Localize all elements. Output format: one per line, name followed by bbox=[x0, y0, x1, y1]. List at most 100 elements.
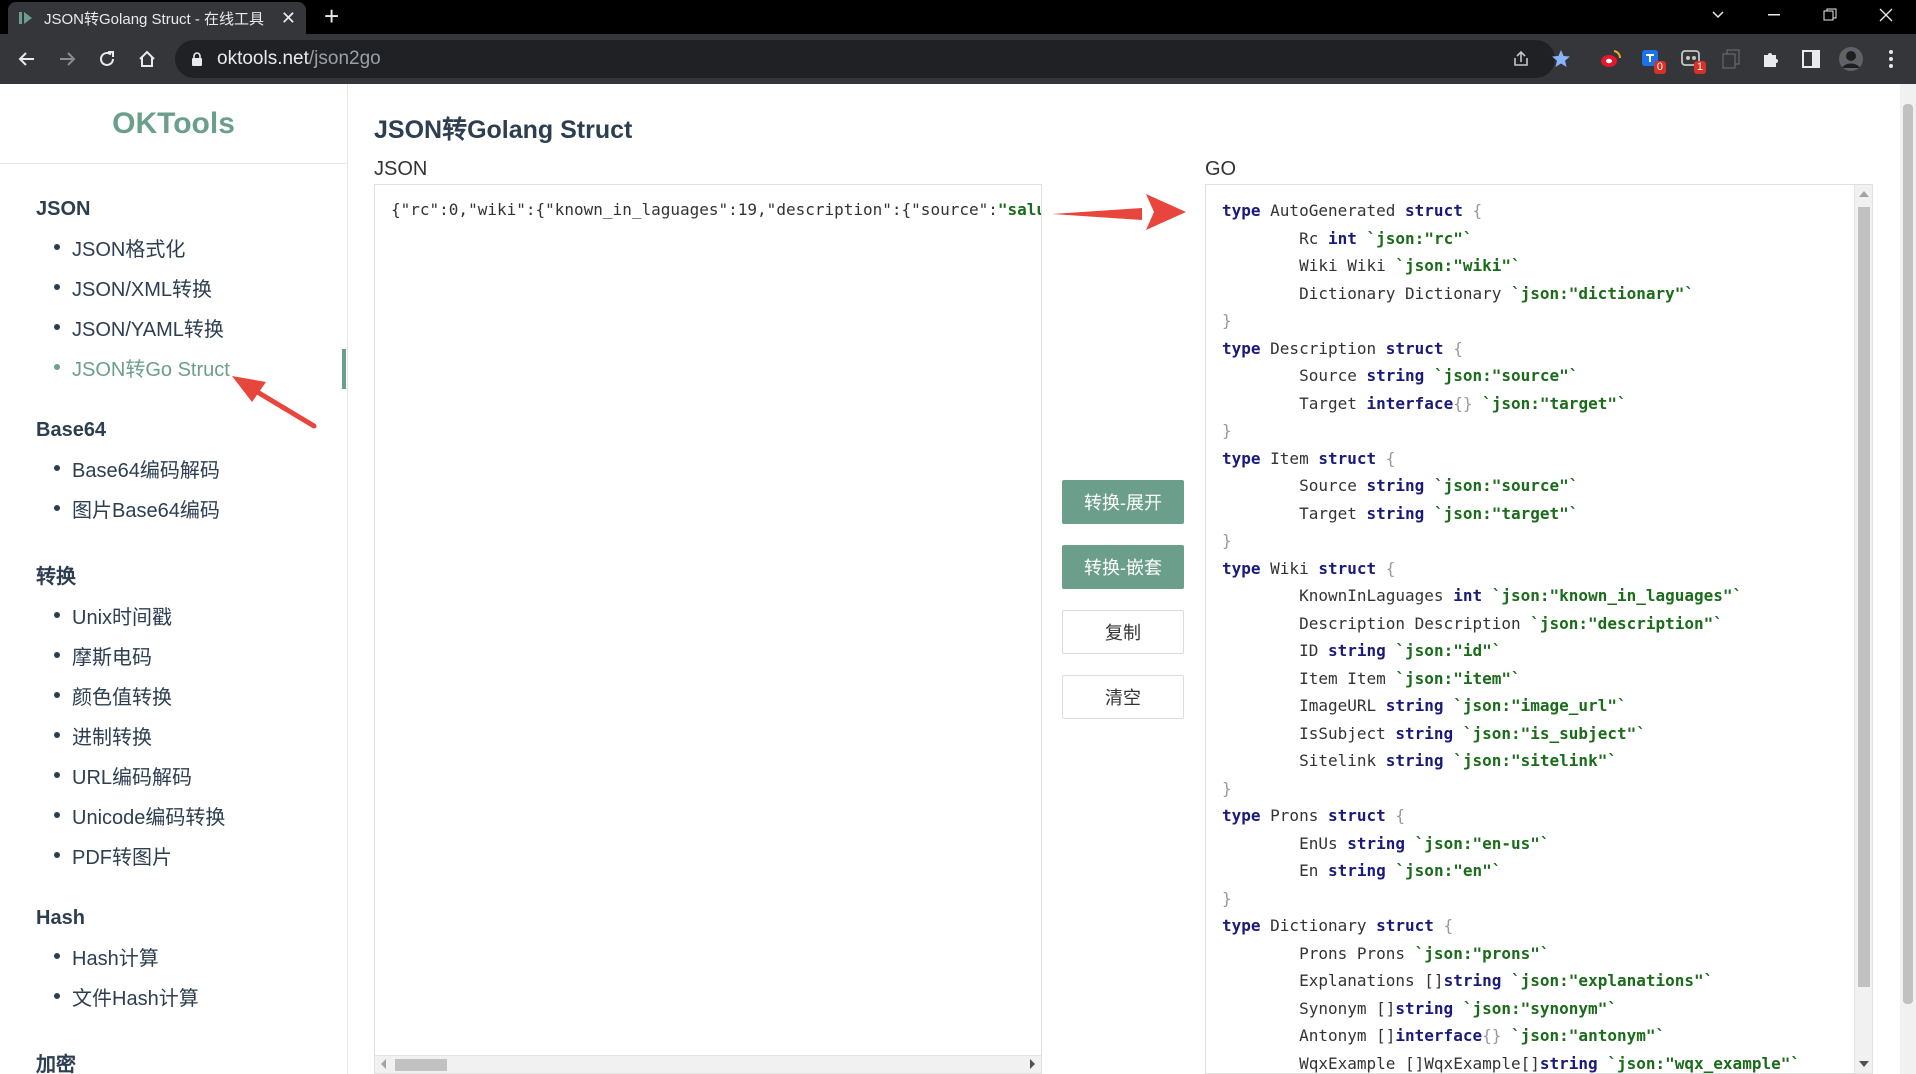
sidebar-nav-item[interactable]: Base64编码解码 bbox=[36, 448, 347, 488]
copy-extension-icon[interactable] bbox=[1716, 44, 1746, 74]
code-text: { bbox=[1433, 916, 1454, 935]
scroll-up-arrow-icon[interactable] bbox=[1859, 191, 1869, 197]
adblock-extension-icon[interactable]: 1 bbox=[1676, 44, 1706, 74]
nav-group-title: 转换 bbox=[36, 566, 76, 588]
sidebar-nav-item[interactable]: 进制转换 bbox=[36, 715, 347, 755]
tab-search-icon[interactable] bbox=[1690, 0, 1746, 30]
scrollbar-thumb[interactable] bbox=[1858, 207, 1870, 987]
scroll-left-arrow-icon[interactable] bbox=[381, 1059, 386, 1069]
sidebar-nav-item[interactable]: URL编码解码 bbox=[36, 755, 347, 795]
home-icon[interactable] bbox=[132, 44, 162, 74]
bullet-icon bbox=[54, 953, 60, 959]
code-struct-tag: `json:"rc"` bbox=[1366, 228, 1473, 248]
extensions-puzzle-icon[interactable] bbox=[1756, 44, 1786, 74]
new-tab-button[interactable]: + bbox=[324, 2, 339, 30]
code-struct-tag: `json:"description"` bbox=[1530, 613, 1723, 633]
scroll-down-arrow-icon[interactable] bbox=[1859, 1061, 1869, 1067]
bullet-icon bbox=[54, 993, 60, 999]
scroll-right-arrow-icon[interactable] bbox=[1030, 1059, 1035, 1069]
code-line: IsSubject string `json:"is_subject"` bbox=[1222, 720, 1800, 748]
code-line: type Prons struct { bbox=[1222, 802, 1800, 830]
go-vertical-scrollbar[interactable] bbox=[1854, 185, 1872, 1073]
sidebar-nav-item[interactable]: Unix时间戳 bbox=[36, 595, 347, 635]
json-horizontal-scrollbar[interactable] bbox=[375, 1055, 1041, 1073]
site-logo[interactable]: OKTools bbox=[0, 84, 347, 164]
side-panel-icon[interactable] bbox=[1796, 44, 1826, 74]
sidebar-nav-item[interactable]: JSON转Go Struct bbox=[36, 347, 347, 387]
go-output-code: type AutoGenerated struct { Rc int `json… bbox=[1222, 197, 1800, 1073]
copy-button[interactable]: 复制 bbox=[1062, 610, 1184, 654]
code-line: EnUs string `json:"en-us"` bbox=[1222, 830, 1800, 858]
code-struct-tag: `json:"en"` bbox=[1395, 861, 1502, 880]
profile-avatar-icon[interactable] bbox=[1836, 44, 1866, 74]
code-struct-tag: `json:"dictionary"` bbox=[1510, 283, 1695, 303]
weibo-extension-icon[interactable] bbox=[1596, 44, 1626, 74]
address-bar[interactable]: oktools.net /json2go bbox=[175, 40, 1555, 78]
scrollbar-thumb[interactable] bbox=[395, 1059, 447, 1071]
code-text: Synonym [] bbox=[1222, 998, 1396, 1018]
sidebar: OKTools JSON JSON格式化 JSON/XML转换 JSON/YAML转换… bbox=[0, 84, 348, 1074]
page-vertical-scrollbar[interactable] bbox=[1900, 84, 1916, 1074]
code-line: Target string `json:"target"` bbox=[1222, 500, 1800, 528]
sidebar-nav-item[interactable]: Hash计算 bbox=[36, 936, 347, 976]
code-line: Synonym []string `json:"synonym"` bbox=[1222, 995, 1800, 1023]
code-keyword: type bbox=[1222, 201, 1261, 220]
go-output-editor[interactable]: type AutoGenerated struct { Rc int `json… bbox=[1205, 184, 1873, 1074]
code-text: Wiki Wiki bbox=[1222, 256, 1396, 275]
sidebar-scrollbar[interactable] bbox=[342, 349, 346, 389]
code-text: { bbox=[1443, 338, 1463, 358]
reload-icon[interactable] bbox=[92, 44, 122, 74]
code-keyword: string bbox=[1395, 998, 1454, 1018]
browser-tab[interactable]: JSON转Golang Struct - 在线工具 ✕ bbox=[8, 2, 306, 34]
code-struct-tag: `json:"target"` bbox=[1433, 503, 1579, 523]
bookmark-star-icon[interactable] bbox=[1546, 44, 1576, 74]
minimize-icon[interactable] bbox=[1746, 0, 1802, 30]
browser-menu-icon[interactable] bbox=[1876, 44, 1906, 74]
back-icon[interactable] bbox=[12, 44, 42, 74]
translate-extension-icon[interactable]: 0 bbox=[1636, 44, 1666, 74]
code-text: WqxExample []WqxExample[] bbox=[1222, 1053, 1540, 1073]
code-line: Dictionary Dictionary `json:"dictionary"… bbox=[1222, 280, 1800, 308]
code-text: {} bbox=[1453, 393, 1473, 413]
code-keyword: struct bbox=[1385, 338, 1444, 358]
code-line: } bbox=[1222, 885, 1800, 913]
sidebar-nav-item[interactable]: 颜色值转换 bbox=[36, 675, 347, 715]
code-line: Source string `json:"source"` bbox=[1222, 362, 1800, 390]
code-keyword: interface bbox=[1395, 1026, 1483, 1045]
code-text: Antonym [] bbox=[1222, 1026, 1396, 1045]
tab-close-icon[interactable]: ✕ bbox=[281, 8, 296, 29]
sidebar-nav-item[interactable]: JSON/YAML转换 bbox=[36, 307, 347, 347]
sidebar-nav-item[interactable]: 摩斯电码 bbox=[36, 635, 347, 675]
code-text: Target bbox=[1222, 503, 1367, 523]
convert-expand-button[interactable]: 转换-展开 bbox=[1062, 480, 1184, 524]
code-text: } bbox=[1222, 311, 1232, 330]
sidebar-nav-item[interactable]: JSON/XML转换 bbox=[36, 267, 347, 307]
code-line: Source string `json:"source"` bbox=[1222, 472, 1800, 500]
scrollbar-thumb[interactable] bbox=[1903, 104, 1913, 1004]
convert-nested-button[interactable]: 转换-嵌套 bbox=[1062, 545, 1184, 589]
go-panel-label: GO bbox=[1205, 158, 1237, 180]
restore-icon[interactable] bbox=[1802, 0, 1858, 30]
sidebar-nav-label: JSON转Go Struct bbox=[72, 358, 230, 381]
close-window-icon[interactable] bbox=[1858, 0, 1914, 30]
clear-button[interactable]: 清空 bbox=[1062, 675, 1184, 719]
json-input-editor[interactable]: {"rc":0,"wiki":{"known_in_laguages":19,"… bbox=[374, 184, 1042, 1074]
sidebar-nav-item[interactable]: 文件Hash计算 bbox=[36, 976, 347, 1016]
code-struct-tag: `json:"sitelink"` bbox=[1453, 751, 1617, 770]
code-text: Item bbox=[1260, 448, 1319, 468]
sidebar-nav-item[interactable]: Unicode编码转换 bbox=[36, 795, 347, 835]
forward-icon[interactable] bbox=[52, 44, 82, 74]
code-line: Description Description `json:"descripti… bbox=[1222, 610, 1800, 638]
bullet-icon bbox=[54, 852, 60, 858]
sidebar-nav-item[interactable]: JSON格式化 bbox=[36, 227, 347, 267]
code-keyword: string bbox=[1395, 723, 1454, 743]
sidebar-nav-item[interactable]: PDF转图片 bbox=[36, 835, 347, 875]
code-text: } bbox=[1222, 421, 1232, 440]
code-keyword: type bbox=[1222, 338, 1261, 358]
sidebar-nav-item[interactable]: 图片Base64编码 bbox=[36, 488, 347, 528]
json-panel-label: JSON bbox=[374, 158, 428, 180]
share-icon[interactable] bbox=[1506, 44, 1536, 74]
